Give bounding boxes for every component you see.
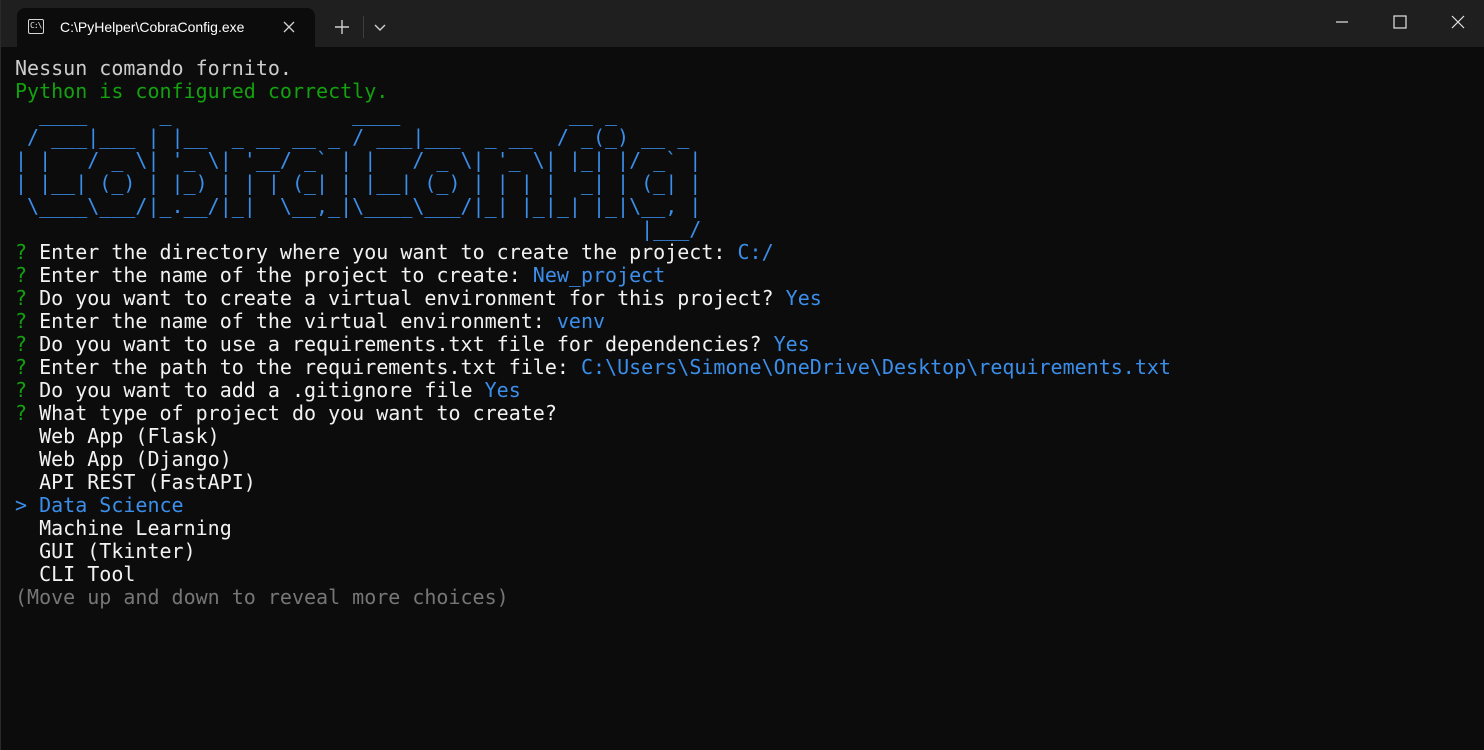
choice-item[interactable]: CLI Tool bbox=[15, 563, 1475, 586]
prompt-marker: ? bbox=[15, 401, 28, 425]
prompt-question: Enter the name of the project to create: bbox=[39, 263, 521, 287]
prompt-line: ? Enter the name of the virtual environm… bbox=[15, 310, 1475, 333]
prompt-line: ? Enter the directory where you want to … bbox=[15, 241, 1475, 264]
tab-dropdown-button[interactable] bbox=[367, 13, 393, 41]
prompt-question: Do you want to create a virtual environm… bbox=[39, 286, 774, 310]
terminal-output[interactable]: Nessun comando fornito. Python is config… bbox=[15, 57, 1475, 747]
prompt-answer: Yes bbox=[484, 378, 521, 402]
prompt-answer: Yes bbox=[785, 286, 822, 310]
prompt-question: Enter the directory where you want to cr… bbox=[39, 240, 726, 264]
prompt-answer: venv bbox=[556, 309, 606, 333]
minimize-icon bbox=[1336, 21, 1348, 23]
prompt-line: ? What type of project do you want to cr… bbox=[15, 402, 1475, 425]
ascii-art-line: |___/ bbox=[15, 217, 702, 241]
choice-label: Machine Learning bbox=[39, 516, 232, 540]
close-icon bbox=[1451, 15, 1465, 29]
prompt-marker: ? bbox=[15, 286, 28, 310]
status-line: Nessun comando fornito. bbox=[15, 56, 292, 80]
terminal-icon-glyph: C:\ bbox=[30, 21, 42, 30]
terminal-icon: C:\ bbox=[28, 19, 44, 34]
ascii-art-line: / ___|___ | |__ _ __ __ _ / ___|___ _ __… bbox=[15, 125, 690, 149]
ascii-art-line: ____ _ ____ __ _ bbox=[15, 102, 618, 126]
choice-label: Web App (Flask) bbox=[39, 424, 220, 448]
prompt-question: Enter the path to the requirements.txt f… bbox=[39, 355, 569, 379]
status-line-success: Python is configured correctly. bbox=[15, 79, 389, 103]
ascii-art-line: \____\___/|_.__/|_| \__,_|\____\___/|_| … bbox=[15, 194, 702, 218]
prompt-marker: ? bbox=[15, 309, 28, 333]
tab-title: C:\PyHelper\CobraConfig.exe bbox=[60, 19, 245, 35]
prompt-line: ? Do you want to add a .gitignore file Y… bbox=[15, 379, 1475, 402]
terminal-window: C:\ C:\PyHelper\CobraConfig.exe Nessun c… bbox=[0, 0, 1484, 750]
prompt-line: ? Do you want to create a virtual enviro… bbox=[15, 287, 1475, 310]
close-window-button[interactable] bbox=[1429, 0, 1484, 44]
choice-item[interactable]: Web App (Django) bbox=[15, 448, 1475, 471]
choice-item[interactable]: GUI (Tkinter) bbox=[15, 540, 1475, 563]
choice-label: GUI (Tkinter) bbox=[39, 539, 196, 563]
prompt-question: Do you want to add a .gitignore file bbox=[39, 378, 473, 402]
tab-divider bbox=[363, 16, 364, 38]
maximize-button[interactable] bbox=[1371, 0, 1429, 44]
prompt-marker: ? bbox=[15, 355, 28, 379]
tab-cobraconfig[interactable]: C:\ C:\PyHelper\CobraConfig.exe bbox=[17, 8, 315, 47]
minimize-button[interactable] bbox=[1313, 0, 1371, 44]
choice-label: API REST (FastAPI) bbox=[39, 470, 256, 494]
choice-item-selected[interactable]: > Data Science bbox=[15, 494, 1475, 517]
prompt-marker: ? bbox=[15, 263, 28, 287]
prompt-answer: C:/ bbox=[737, 240, 774, 264]
choice-item[interactable]: Machine Learning bbox=[15, 517, 1475, 540]
chevron-down-icon bbox=[374, 24, 386, 31]
choice-label: CLI Tool bbox=[39, 562, 136, 586]
prompt-marker: ? bbox=[15, 240, 28, 264]
prompt-line: ? Enter the name of the project to creat… bbox=[15, 264, 1475, 287]
choice-label: Web App (Django) bbox=[39, 447, 232, 471]
prompt-marker: ? bbox=[15, 378, 28, 402]
prompt-marker: ? bbox=[15, 332, 28, 356]
title-bar: C:\ C:\PyHelper\CobraConfig.exe bbox=[1, 0, 1484, 47]
choices-hint: (Move up and down to reveal more choices… bbox=[15, 585, 509, 609]
new-tab-button[interactable] bbox=[328, 13, 356, 41]
choice-item[interactable]: Web App (Flask) bbox=[15, 425, 1475, 448]
prompt-question: What type of project do you want to crea… bbox=[39, 401, 557, 425]
selection-pointer: > bbox=[15, 493, 28, 517]
maximize-icon bbox=[1393, 15, 1407, 29]
prompt-answer: C:\Users\Simone\OneDrive\Desktop\require… bbox=[580, 355, 1171, 379]
prompt-line: ? Do you want to use a requirements.txt … bbox=[15, 333, 1475, 356]
ascii-art-line: | |__| (_) | |_) | | | (_| | |__| (_) | … bbox=[15, 171, 702, 195]
ascii-art-line: | | / _ \| '_ \| '__/ _` | | / _ \| '_ \… bbox=[15, 148, 702, 172]
choice-item[interactable]: API REST (FastAPI) bbox=[15, 471, 1475, 494]
close-tab-button[interactable] bbox=[279, 17, 299, 37]
choice-label: Data Science bbox=[39, 493, 184, 517]
plus-icon bbox=[335, 20, 349, 34]
prompt-line: ? Enter the path to the requirements.txt… bbox=[15, 356, 1475, 379]
prompt-answer: New_project bbox=[532, 263, 666, 287]
prompt-question: Enter the name of the virtual environmen… bbox=[39, 309, 545, 333]
prompt-question: Do you want to use a requirements.txt fi… bbox=[39, 332, 762, 356]
prompt-answer: Yes bbox=[773, 332, 810, 356]
close-icon bbox=[283, 21, 295, 33]
